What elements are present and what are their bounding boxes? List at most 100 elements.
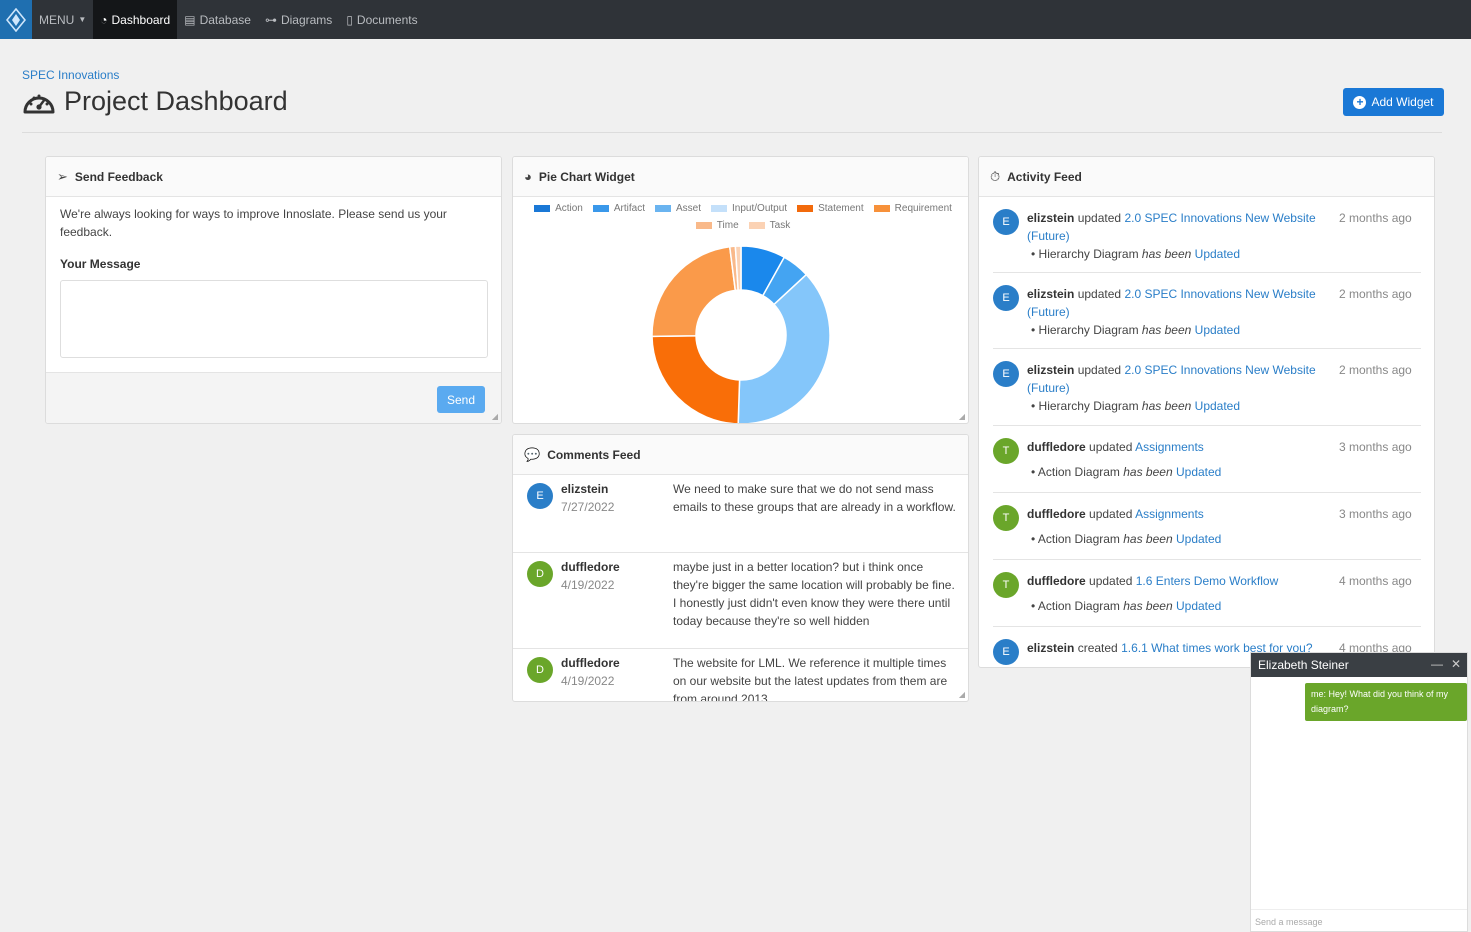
activity-text: duffledore updated Assignments: [1027, 438, 1327, 456]
top-navbar: MENU ▼ ◔ Dashboard ▤ Database ⊶ Diagrams…: [0, 0, 1471, 39]
comments-feed-header: 💬 Comments Feed: [513, 435, 968, 475]
nav-documents[interactable]: ▯ Documents: [339, 0, 424, 39]
legend-item-artifact[interactable]: Artifact: [592, 203, 645, 214]
close-icon[interactable]: ✕: [1451, 657, 1461, 671]
app-logo[interactable]: [0, 0, 32, 39]
activity-user[interactable]: elizstein: [1027, 641, 1074, 655]
activity-text: elizstein updated 2.0 SPEC Innovations N…: [1027, 361, 1327, 397]
resize-handle[interactable]: ◢: [959, 690, 965, 699]
diagram-name: Hierarchy Diagram: [1038, 399, 1139, 413]
legend-item-action[interactable]: Action: [534, 203, 583, 214]
activity-target-link[interactable]: Assignments: [1135, 440, 1204, 454]
nav-dashboard[interactable]: ◔ Dashboard: [93, 0, 178, 39]
message-textarea[interactable]: [60, 280, 488, 358]
chat-window: Elizabeth Steiner — ✕ me: Hey! What did …: [1250, 652, 1468, 932]
activity-time: 4 months ago: [1339, 574, 1412, 588]
legend-item-statement[interactable]: Statement: [797, 203, 864, 214]
comments-icon: 💬: [524, 446, 541, 462]
avatar: E: [993, 361, 1019, 387]
comment-item: E elizstein 7/27/2022 We need to make su…: [513, 475, 968, 553]
activity-text: duffledore updated 1.6 Enters Demo Workf…: [1027, 572, 1327, 590]
chat-header[interactable]: Elizabeth Steiner — ✕: [1251, 653, 1467, 677]
comment-date: 7/27/2022: [561, 500, 615, 514]
activity-item: E elizstein updated 2.0 SPEC Innovations…: [993, 349, 1421, 426]
activity-target-link[interactable]: 1.6 Enters Demo Workflow: [1136, 574, 1279, 588]
nav-database-label: Database: [199, 12, 251, 27]
activity-user[interactable]: duffledore: [1027, 440, 1086, 454]
resize-handle[interactable]: ◢: [959, 412, 965, 421]
updated-link[interactable]: Updated: [1176, 465, 1221, 479]
activity-item: T duffledore updated 1.6 Enters Demo Wor…: [993, 560, 1421, 627]
feedback-footer: Send: [46, 372, 501, 423]
avatar: E: [993, 285, 1019, 311]
avatar: D: [527, 561, 553, 587]
send-button[interactable]: Send: [437, 386, 485, 413]
legend-label: Asset: [676, 203, 702, 214]
legend-item-asset[interactable]: Asset: [655, 203, 701, 214]
activity-user[interactable]: duffledore: [1027, 507, 1086, 521]
nav-database[interactable]: ▤ Database: [177, 0, 258, 39]
updated-link[interactable]: Updated: [1176, 532, 1221, 546]
activity-user[interactable]: elizstein: [1027, 287, 1074, 301]
activity-item: E elizstein updated 2.0 SPEC Innovations…: [993, 273, 1421, 349]
comment-author[interactable]: elizstein: [561, 482, 608, 496]
activity-verb: updated: [1089, 507, 1133, 521]
page-title: Project Dashboard: [22, 86, 288, 117]
send-feedback-widget: ➢ Send Feedback We're always looking for…: [45, 156, 502, 424]
pie-slice-statement[interactable]: [651, 334, 741, 424]
caret-down-icon: ▼: [78, 15, 87, 24]
chat-contact-name: Elizabeth Steiner: [1258, 658, 1349, 672]
comment-author[interactable]: duffledore: [561, 656, 620, 670]
diagram-icon: ⊶: [264, 12, 277, 27]
document-icon: ▯: [346, 12, 353, 27]
activity-detail: • Action Diagram has been Updated: [1031, 465, 1222, 479]
legend-item-input-output[interactable]: Input/Output: [711, 203, 787, 214]
comment-text: The website for LML. We reference it mul…: [673, 656, 948, 702]
updated-link[interactable]: Updated: [1195, 399, 1240, 413]
avatar: T: [993, 505, 1019, 531]
legend-label: Artifact: [613, 203, 645, 214]
legend-swatch: [534, 205, 551, 212]
legend-item-task[interactable]: Task: [748, 220, 790, 231]
legend-item-requirement[interactable]: Requirement: [873, 203, 952, 214]
avatar: E: [993, 209, 1019, 235]
resize-handle[interactable]: ◢: [492, 412, 498, 421]
diagram-name: Action Diagram: [1037, 532, 1120, 546]
activity-user[interactable]: duffledore: [1027, 574, 1086, 588]
activity-user[interactable]: elizstein: [1027, 363, 1074, 377]
stopwatch-icon: ⏱: [990, 168, 1001, 184]
activity-verb: updated: [1077, 211, 1122, 225]
has-been-text: has been: [1141, 247, 1192, 261]
add-widget-label: Add Widget: [1371, 95, 1434, 109]
chat-message-input[interactable]: Send a message: [1251, 909, 1467, 932]
updated-link[interactable]: Updated: [1195, 247, 1240, 261]
feedback-description: We're always looking for ways to improve…: [60, 207, 447, 239]
activity-target-link[interactable]: Assignments: [1135, 507, 1204, 521]
legend-swatch: [592, 205, 609, 212]
updated-link[interactable]: Updated: [1195, 323, 1240, 337]
activity-time: 3 months ago: [1339, 507, 1412, 521]
pie-chart-widget: ◕ Pie Chart Widget Action Artifact Asset…: [512, 156, 969, 424]
nav-diagrams[interactable]: ⊶ Diagrams: [258, 0, 339, 39]
minimize-icon[interactable]: —: [1431, 657, 1443, 671]
legend-item-time[interactable]: Time: [695, 220, 739, 231]
donut-chart: [651, 245, 831, 424]
activity-user[interactable]: elizstein: [1027, 211, 1074, 225]
activity-detail: • Action Diagram has been Updated: [1031, 599, 1222, 613]
add-widget-button[interactable]: + Add Widget: [1343, 88, 1444, 116]
breadcrumb[interactable]: SPEC Innovations: [22, 68, 119, 82]
pie-slice-requirement[interactable]: [651, 245, 737, 338]
activity-text: duffledore updated Assignments: [1027, 505, 1327, 523]
legend-swatch: [873, 205, 890, 212]
activity-detail: • Hierarchy Diagram has been Updated: [1031, 399, 1241, 413]
comment-text: We need to make sure that we do not send…: [673, 482, 956, 514]
header-divider: [22, 132, 1442, 133]
pie-slice-asset[interactable]: [737, 273, 831, 424]
pie-chart-header: ◕ Pie Chart Widget: [513, 157, 968, 197]
updated-link[interactable]: Updated: [1176, 599, 1221, 613]
pie-legend: Action Artifact Asset Input/Output State…: [523, 203, 963, 231]
comment-author[interactable]: duffledore: [561, 560, 620, 574]
legend-label: Time: [716, 220, 739, 231]
menu-dropdown[interactable]: MENU ▼: [32, 0, 93, 39]
activity-detail: • Action Diagram has been Updated: [1031, 532, 1222, 546]
